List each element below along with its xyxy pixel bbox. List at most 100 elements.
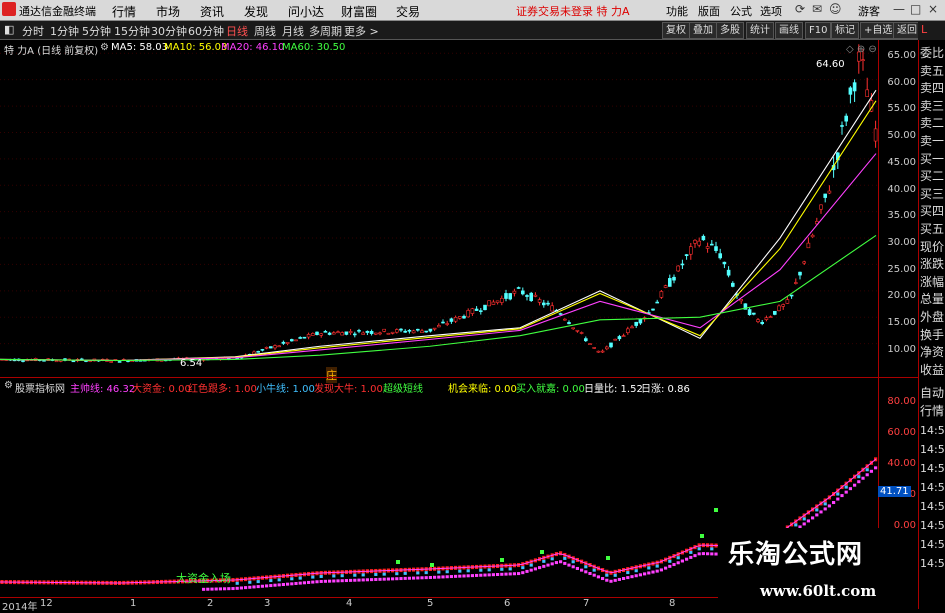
period-tab-30min[interactable]: 30分钟 (151, 23, 187, 39)
period-tab-daily[interactable]: 日线 (226, 23, 248, 39)
indicator-bar-magenta (424, 576, 428, 580)
candle-body (764, 317, 769, 320)
period-tab-60min[interactable]: 60分钟 (188, 23, 224, 39)
restore-rights-button[interactable]: 复权 (662, 22, 690, 39)
f10-button[interactable]: F10 (805, 22, 832, 39)
indicator-bar-magenta (269, 584, 273, 588)
candle-body (651, 308, 655, 311)
gear-icon[interactable]: ⚙ (100, 42, 109, 53)
candle-body (252, 351, 256, 355)
menu-news[interactable]: 资讯 (200, 3, 224, 20)
side-tab[interactable]: 卖二 (920, 114, 945, 131)
menu-function[interactable]: 功能 (666, 3, 688, 19)
side-tab[interactable]: 委比 (920, 44, 945, 61)
time-label: 7 (583, 598, 590, 609)
candle-body (520, 290, 525, 295)
period-tab-1min[interactable]: 1分钟 (50, 23, 79, 39)
indicator-bar-magenta (265, 584, 269, 588)
menu-ask[interactable]: 问小达 (288, 3, 324, 20)
ind-item-3: 红色跟多: 1.00 (188, 384, 257, 395)
side-tab[interactable]: 卖三 (920, 97, 945, 114)
side-tab[interactable]: 总量 (920, 290, 945, 307)
side-tab[interactable]: 换手 (920, 326, 945, 343)
candle-body (562, 318, 567, 321)
side-tab-lower[interactable]: 行情 (920, 402, 945, 419)
side-tab[interactable]: 卖五 (920, 62, 945, 79)
indicator-bar-cyan (634, 569, 638, 573)
back-button[interactable]: 返回 (893, 22, 921, 39)
menu-trade[interactable]: 交易 (396, 3, 420, 20)
menu-formula[interactable]: 公式 (730, 3, 752, 19)
add-watchlist-button[interactable]: +自选 (860, 22, 897, 39)
ind-item-8: 买入就嘉: 0.00 (516, 384, 585, 395)
indicator-bar-magenta (634, 574, 638, 578)
ind-item-7: 机会来临: 0.00 (448, 384, 517, 395)
period-tab-weekly[interactable]: 周线 (254, 23, 276, 39)
side-tab[interactable]: 收益 (920, 361, 945, 378)
draw-line-button[interactable]: 画线 (775, 22, 803, 39)
side-tab[interactable]: 涨幅 (920, 273, 945, 290)
candle-body (315, 331, 319, 336)
side-tab[interactable]: 买四 (920, 202, 945, 219)
candle-body (394, 329, 399, 333)
maximize-button[interactable]: □ (910, 2, 921, 16)
price-tick: 65.00 (887, 50, 916, 61)
indicator-gear-icon[interactable]: ⚙ (4, 380, 13, 391)
period-tab-monthly[interactable]: 月线 (282, 23, 304, 39)
side-tab[interactable]: 外盘 (920, 308, 945, 325)
menu-wealth[interactable]: 财富圈 (341, 3, 377, 20)
period-tab-timeshare[interactable]: 分时 (22, 23, 44, 39)
toolbar-back-icon[interactable]: ◧ (4, 23, 14, 36)
candle-body (756, 319, 760, 322)
side-tab[interactable]: 买三 (920, 185, 945, 202)
candle-body (697, 240, 702, 246)
price-tick: 55.00 (887, 103, 916, 115)
side-tab[interactable]: 净资 (920, 343, 945, 360)
overlay-button[interactable]: 叠加 (689, 22, 717, 39)
close-button[interactable]: × (928, 2, 938, 16)
side-tab[interactable]: 买二 (920, 167, 945, 184)
user-icon[interactable]: ☺ (829, 2, 842, 16)
guest-label[interactable]: 游客 (858, 3, 880, 19)
period-tab-5min[interactable]: 5分钟 (82, 23, 111, 39)
indicator-bar-magenta (575, 566, 579, 570)
kline-chart[interactable] (0, 40, 878, 377)
period-tab-multi[interactable]: 多周期 (309, 23, 342, 39)
side-tab[interactable]: 涨跌 (920, 255, 945, 272)
side-tab[interactable]: 卖四 (920, 79, 945, 96)
login-notice: 证券交易未登录 特 力A (516, 5, 630, 18)
period-tab-more[interactable]: 更多 > (344, 23, 379, 39)
menu-options[interactable]: 选项 (760, 3, 782, 19)
indicator-bar-magenta (286, 582, 290, 586)
side-tab[interactable]: 卖一 (920, 132, 945, 149)
side-tab-lower[interactable]: 自动 (920, 384, 945, 401)
indicator-bar-magenta (680, 559, 684, 563)
signal-marker (714, 508, 718, 512)
candle-body (306, 334, 311, 338)
period-tab-15min[interactable]: 15分钟 (114, 23, 150, 39)
menu-market[interactable]: 行情 (112, 3, 136, 20)
indicator-bar-cyan (613, 573, 617, 577)
ind-item-6: 超级短线 (383, 384, 423, 395)
menu-discover[interactable]: 发现 (244, 3, 268, 20)
indicator-bar-cyan (836, 492, 840, 496)
menu-exchange[interactable]: 市场 (156, 3, 180, 20)
indicator-bar-cyan (269, 579, 273, 583)
indicator-bar-magenta (231, 587, 235, 591)
indicator-bar-cyan (235, 581, 239, 585)
side-tab[interactable]: 买五 (920, 220, 945, 237)
multi-stock-button[interactable]: 多股 (716, 22, 744, 39)
side-tab[interactable]: 买一 (920, 150, 945, 167)
menu-layout[interactable]: 版面 (698, 3, 720, 19)
mail-icon[interactable]: ✉ (812, 2, 822, 16)
chart-control-icons[interactable]: ◇ ⊕ ⊖ (846, 44, 877, 55)
minimize-button[interactable]: — (893, 2, 905, 16)
mark-button[interactable]: 标记 (831, 22, 859, 39)
stats-button[interactable]: 统计 (746, 22, 774, 39)
candle-body (663, 285, 668, 288)
indicator-bar-magenta (407, 576, 411, 580)
side-header-letter: L (921, 23, 928, 36)
indicator-bar-magenta (370, 578, 374, 582)
sync-icon[interactable]: ⟳ (795, 2, 805, 16)
side-tab[interactable]: 现价 (920, 238, 945, 255)
